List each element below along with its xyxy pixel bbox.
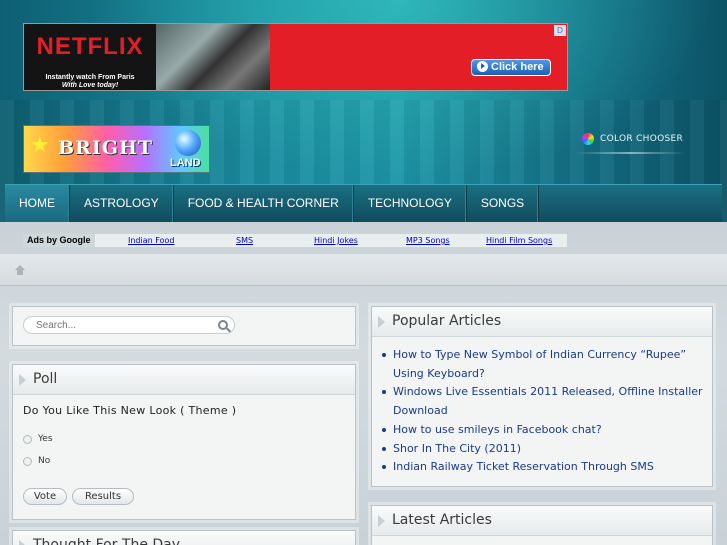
- article-link[interactable]: Indian Railway Ticket Reservation Throug…: [380, 458, 710, 477]
- poll-header: Poll: [13, 365, 355, 395]
- logo-word-land: LAND: [170, 157, 201, 169]
- ads-by-google-label[interactable]: Ads by Google: [23, 234, 95, 247]
- ad-text-line2: With Love today!: [61, 82, 119, 89]
- site-logo[interactable]: ★ BRIGHT LAND: [23, 125, 210, 173]
- ad-brand: NETFLIX: [36, 33, 144, 60]
- nav-item-home[interactable]: HOME: [5, 185, 70, 222]
- ad-link-hindi-film-songs[interactable]: Hindi Film Songs: [486, 236, 552, 245]
- article-link[interactable]: How to use smileys in Facebook chat?: [380, 421, 710, 440]
- popular-articles-list: How to Type New Symbol of Indian Currenc…: [380, 346, 710, 477]
- poll-question: Do You Like This New Look ( Theme ): [23, 404, 237, 417]
- radio-button[interactable]: [23, 456, 32, 466]
- chevron-right-icon: [378, 515, 385, 527]
- nav-item-food-health[interactable]: FOOD & HEALTH CORNER: [174, 185, 354, 222]
- poll-option-label: Yes: [38, 434, 53, 444]
- color-chooser-divider: [575, 152, 685, 154]
- logo-figure-icon: ★: [30, 133, 50, 158]
- article-link[interactable]: Shor In The City (2011): [380, 440, 710, 459]
- breadcrumb: [0, 254, 727, 286]
- article-link[interactable]: How to Type New Symbol of Indian Currenc…: [380, 346, 710, 383]
- thought-header: Thought For The Day: [13, 531, 355, 545]
- adchoices-icon[interactable]: D: [554, 25, 566, 36]
- chevron-right-icon: [378, 316, 385, 328]
- popular-header: Popular Articles: [372, 307, 712, 337]
- color-chooser[interactable]: COLOR CHOOSER: [582, 132, 683, 146]
- ad-text-line1: Instantly watch From Paris: [45, 74, 135, 81]
- play-icon: [477, 61, 488, 72]
- search-icon[interactable]: [218, 320, 228, 330]
- poll-option-yes[interactable]: Yes: [23, 434, 53, 444]
- vote-button[interactable]: Vote: [23, 488, 67, 505]
- ad-link-mp3-songs[interactable]: MP3 Songs: [406, 236, 450, 245]
- nav-item-songs[interactable]: SONGS: [467, 185, 540, 222]
- logo-word-bright: BRIGHT: [58, 137, 154, 159]
- thought-title: Thought For The Day: [33, 537, 181, 545]
- poll-option-label: No: [38, 456, 51, 466]
- ad-link-hindi-jokes[interactable]: Hindi Jokes: [314, 236, 358, 245]
- home-icon[interactable]: [15, 265, 25, 275]
- thought-panel: Thought For The Day: [12, 530, 356, 545]
- latest-title: Latest Articles: [392, 512, 492, 528]
- nav-item-astrology[interactable]: ASTROLOGY: [70, 185, 174, 222]
- globe-icon: [175, 130, 201, 156]
- ad-cta-label: Click here: [491, 61, 544, 73]
- chevron-right-icon: [19, 540, 26, 545]
- google-ad-links-bar: Ads by Google Indian Food SMS Hindi Joke…: [23, 234, 567, 247]
- article-link[interactable]: Windows Live Essentials 2011 Released, O…: [380, 383, 710, 420]
- ad-link-sms[interactable]: SMS: [236, 236, 253, 245]
- netflix-ad-banner[interactable]: NETFLIX Instantly watch From Paris With …: [23, 23, 568, 91]
- ad-logo-panel: NETFLIX Instantly watch From Paris With …: [24, 24, 156, 90]
- latest-header: Latest Articles: [372, 506, 712, 536]
- nav-item-technology[interactable]: TECHNOLOGY: [354, 185, 467, 222]
- search-input[interactable]: [23, 316, 235, 334]
- color-wheel-icon: [582, 133, 594, 145]
- ad-photo: [156, 24, 270, 90]
- color-chooser-label: COLOR CHOOSER: [600, 134, 684, 144]
- popular-title: Popular Articles: [392, 313, 502, 329]
- poll-option-no[interactable]: No: [23, 456, 50, 466]
- latest-articles-panel: Latest Articles: [371, 505, 713, 545]
- ad-click-here-button[interactable]: Click here: [471, 59, 551, 76]
- radio-button[interactable]: [23, 434, 32, 444]
- chevron-right-icon: [19, 374, 26, 386]
- results-button[interactable]: Results: [72, 488, 134, 505]
- ad-link-indian-food[interactable]: Indian Food: [128, 236, 174, 245]
- main-nav: HOME ASTROLOGY FOOD & HEALTH CORNER TECH…: [5, 184, 722, 222]
- poll-title: Poll: [33, 371, 58, 387]
